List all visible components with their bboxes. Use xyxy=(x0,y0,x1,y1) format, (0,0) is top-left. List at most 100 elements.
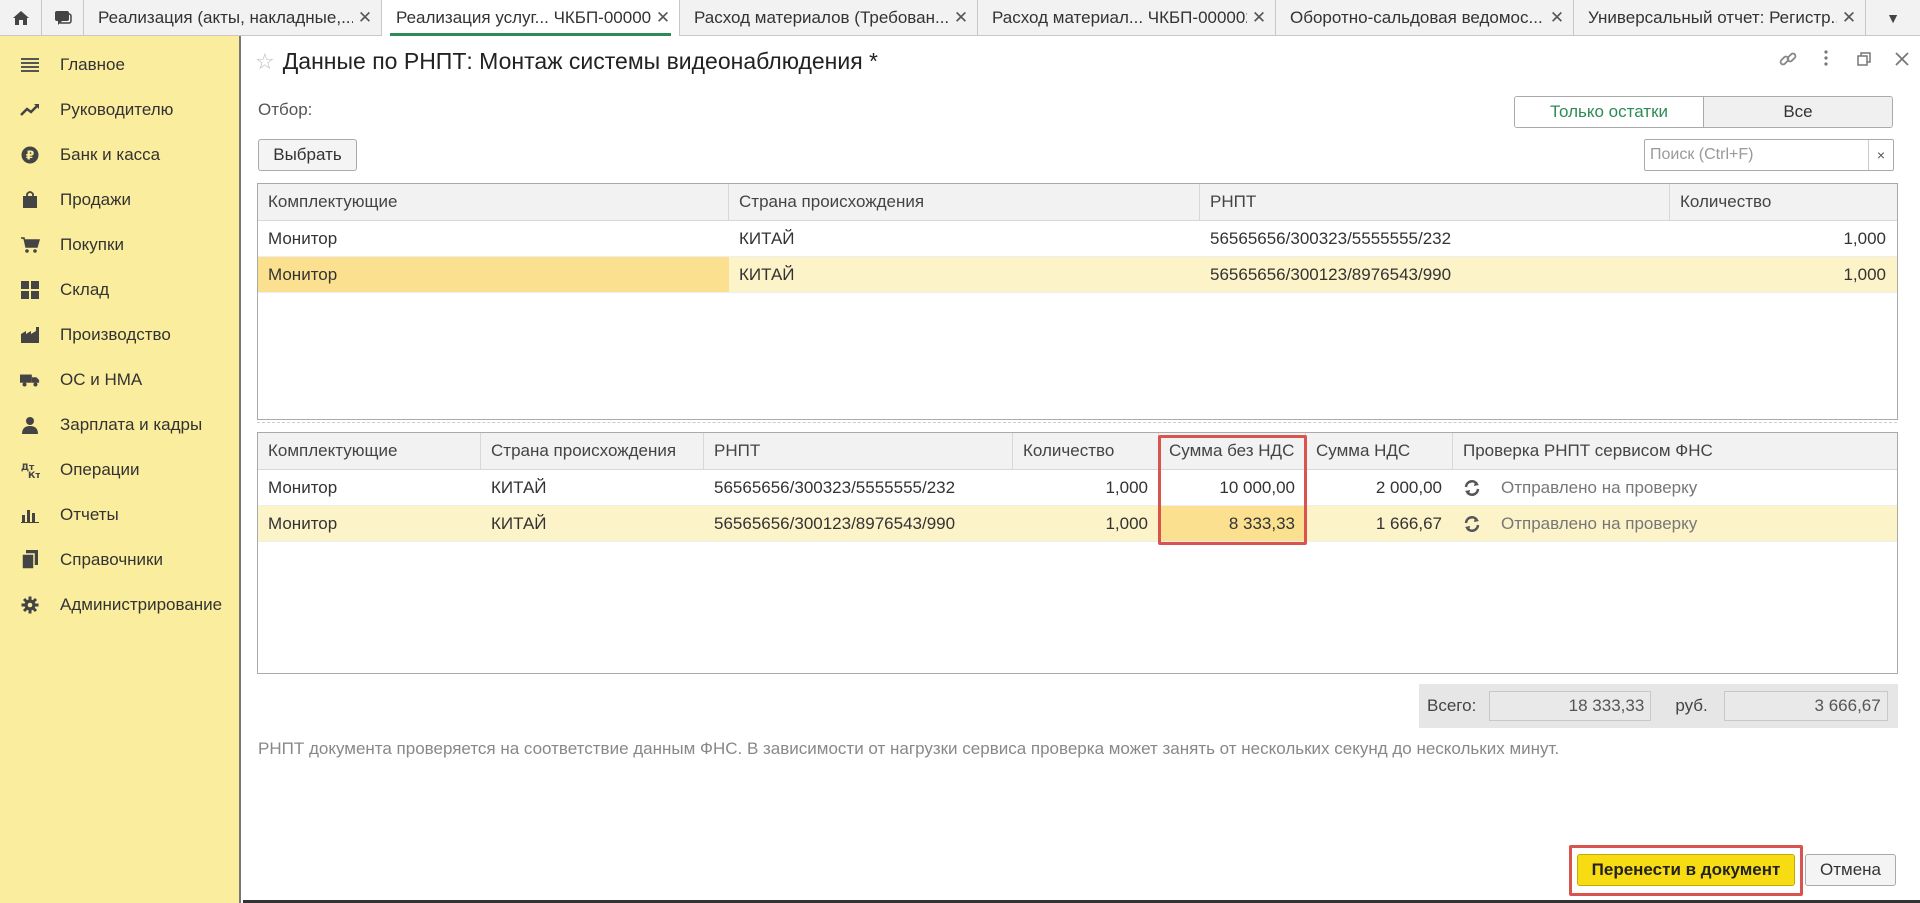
search-input[interactable] xyxy=(1645,140,1868,170)
column-header[interactable]: Страна происхождения xyxy=(729,184,1200,220)
cell-qty: 1,000 xyxy=(1105,513,1148,533)
more-icon[interactable] xyxy=(1816,50,1836,73)
splitter[interactable] xyxy=(257,422,1897,423)
cell-vat: 2 000,00 xyxy=(1375,477,1442,497)
tab-realization-acts[interactable]: Реализация (акты, накладные,... ✕ xyxy=(84,0,382,36)
transfer-to-document-button[interactable]: Перенести в документ xyxy=(1577,854,1795,886)
cell-vat: 1 666,67 xyxy=(1375,513,1442,533)
cell-country: КИТАЙ xyxy=(739,228,795,248)
table-row[interactable]: Монитор КИТАЙ 56565656/300323/5555555/23… xyxy=(258,221,1897,257)
operations-icon: Дт Кт xyxy=(20,460,40,480)
table-row[interactable]: Монитор КИТАЙ 56565656/300323/5555555/23… xyxy=(258,470,1897,506)
tab-label: Расход материалов (Требован... xyxy=(694,8,949,27)
close-icon[interactable] xyxy=(1892,50,1912,73)
close-icon[interactable]: ✕ xyxy=(1841,8,1857,28)
sidebar-item-manager[interactable]: Руководителю xyxy=(0,87,239,132)
table-header: Комплектующие Страна происхождения РНПТ … xyxy=(258,433,1897,470)
sidebar-item-salary[interactable]: Зарплата и кадры xyxy=(0,402,239,447)
link-icon[interactable] xyxy=(1778,50,1798,73)
tab-label: Реализация услуг... ЧКБП-000004 xyxy=(396,8,651,27)
sidebar-item-label: Продажи xyxy=(60,189,131,209)
sidebar-item-label: Главное xyxy=(60,54,125,74)
truck-icon xyxy=(20,370,40,390)
sidebar-item-operations[interactable]: Дт Кт Операции xyxy=(0,447,239,492)
column-header[interactable]: Сумма без НДС xyxy=(1159,433,1306,469)
sidebar-item-purchases[interactable]: Покупки xyxy=(0,222,239,267)
menu-icon xyxy=(20,55,40,75)
star-icon[interactable]: ☆ xyxy=(255,49,275,75)
tab-realization-services[interactable]: Реализация услуг... ЧКБП-000004 ✕ xyxy=(382,0,680,36)
close-icon[interactable]: ✕ xyxy=(953,8,969,28)
sidebar-item-warehouse[interactable]: Склад xyxy=(0,267,239,312)
gear-icon xyxy=(20,595,40,615)
select-button[interactable]: Выбрать xyxy=(258,139,357,171)
cell-item: Монитор xyxy=(258,257,729,292)
sidebar-item-sales[interactable]: Продажи xyxy=(0,177,239,222)
cell-item: Монитор xyxy=(268,477,338,497)
tab-turnover-balance[interactable]: Оборотно-сальдовая ведомос... ✕ xyxy=(1276,0,1574,36)
sidebar: Главное Руководителю ₽ Банк и касса Прод… xyxy=(0,36,241,903)
column-header[interactable]: РНПТ xyxy=(1200,184,1670,220)
svg-text:Кт: Кт xyxy=(28,471,40,479)
form-window: ☆ Данные по РНПТ: Монтаж системы видеона… xyxy=(243,36,1920,903)
cell-country: КИТАЙ xyxy=(491,513,547,533)
tab-material-consumption-doc[interactable]: Расход материал... ЧКБП-000002 ✕ xyxy=(978,0,1276,36)
sidebar-item-reports[interactable]: Отчеты xyxy=(0,492,239,537)
tab-material-consumption[interactable]: Расход материалов (Требован... ✕ xyxy=(680,0,978,36)
cell-qty: 1,000 xyxy=(1105,477,1148,497)
sidebar-item-label: Склад xyxy=(60,279,110,299)
sidebar-item-main[interactable]: Главное xyxy=(0,42,239,87)
tab-label: Реализация (акты, накладные,... xyxy=(98,8,353,27)
sidebar-item-label: Производство xyxy=(60,324,171,344)
sidebar-item-directories[interactable]: Справочники xyxy=(0,537,239,582)
sidebar-item-fixed-assets[interactable]: ОС и НМА xyxy=(0,357,239,402)
totals-label: Всего: xyxy=(1427,696,1477,715)
refresh-icon[interactable] xyxy=(1463,479,1481,497)
column-header[interactable]: Страна происхождения xyxy=(481,433,704,469)
table-row[interactable]: Монитор КИТАЙ 56565656/300123/8976543/99… xyxy=(258,506,1897,542)
cell-item: Монитор xyxy=(268,228,338,248)
sidebar-item-administration[interactable]: Администрирование xyxy=(0,582,239,627)
only-rest-button[interactable]: Только остатки xyxy=(1515,97,1703,127)
column-header[interactable]: Количество xyxy=(1670,184,1897,220)
all-button[interactable]: Все xyxy=(1703,97,1892,127)
bottom-table: Комплектующие Страна происхождения РНПТ … xyxy=(257,432,1898,674)
sidebar-item-label: Банк и касса xyxy=(60,144,161,164)
column-header[interactable]: Комплектующие xyxy=(258,433,481,469)
column-header[interactable]: Количество xyxy=(1013,433,1159,469)
cell-rnpt: 56565656/300323/5555555/232 xyxy=(1210,228,1452,248)
cell-sum[interactable]: 8 333,33 xyxy=(1159,506,1306,541)
cell-rnpt: 56565656/300123/8976543/990 xyxy=(714,513,956,533)
close-icon[interactable]: ✕ xyxy=(357,8,373,28)
cell-qty: 1,000 xyxy=(1843,264,1886,284)
chat-button[interactable] xyxy=(42,0,84,36)
person-icon xyxy=(20,415,40,435)
refresh-icon[interactable] xyxy=(1463,515,1481,533)
tabs-dropdown-button[interactable]: ▼ xyxy=(1866,0,1920,35)
column-header[interactable]: Комплектующие xyxy=(258,184,729,220)
column-header[interactable]: Проверка РНПТ сервисом ФНС xyxy=(1453,433,1897,469)
page-title: Данные по РНПТ: Монтаж системы видеонабл… xyxy=(282,48,878,74)
sidebar-item-label: ОС и НМА xyxy=(60,369,143,389)
sidebar-item-label: Администрирование xyxy=(60,594,223,614)
sidebar-item-bank[interactable]: ₽ Банк и касса xyxy=(0,132,239,177)
cancel-button[interactable]: Отмена xyxy=(1805,854,1896,886)
info-note: РНПТ документа проверяется на соответств… xyxy=(258,739,1560,758)
window-controls xyxy=(1778,50,1912,73)
close-icon[interactable]: ✕ xyxy=(1251,8,1267,28)
clear-search-button[interactable]: × xyxy=(1868,140,1893,170)
cell-rnpt: 56565656/300323/5555555/232 xyxy=(714,477,956,497)
currency-label: руб. xyxy=(1675,696,1708,715)
home-icon xyxy=(12,11,29,25)
column-header[interactable]: РНПТ xyxy=(704,433,1013,469)
close-icon[interactable]: ✕ xyxy=(655,8,671,28)
sidebar-item-production[interactable]: Производство xyxy=(0,312,239,357)
column-header[interactable]: Сумма НДС xyxy=(1306,433,1453,469)
restore-window-icon[interactable] xyxy=(1854,50,1874,73)
close-icon[interactable]: ✕ xyxy=(1549,8,1565,28)
cell-sum[interactable]: 10 000,00 xyxy=(1159,470,1306,505)
tab-universal-report[interactable]: Универсальный отчет: Регистр... ✕ xyxy=(1574,0,1866,36)
table-row[interactable]: Монитор КИТАЙ 56565656/300123/8976543/99… xyxy=(258,257,1897,293)
books-icon xyxy=(20,549,40,570)
home-button[interactable] xyxy=(0,0,42,36)
